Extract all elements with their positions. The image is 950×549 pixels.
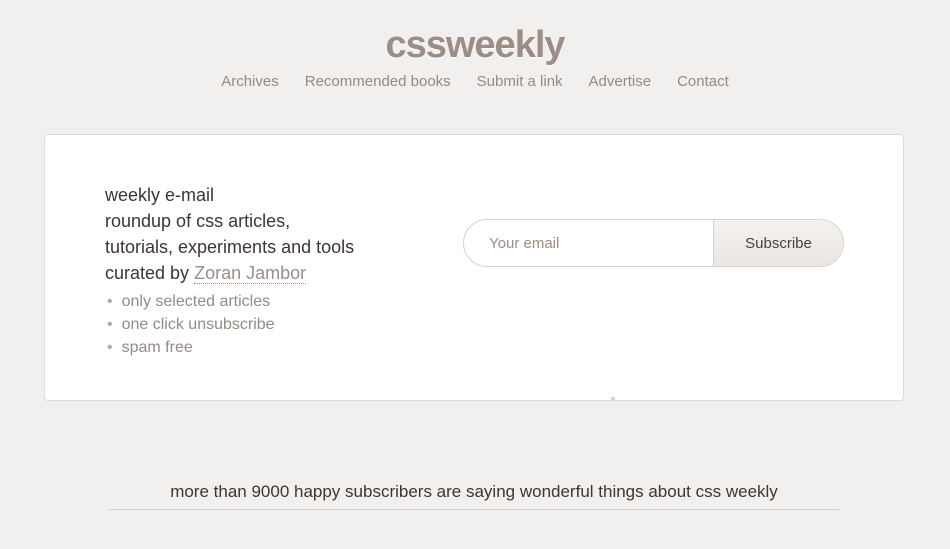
feature-item: only selected articles — [107, 290, 275, 313]
author-link[interactable]: Zoran Jambor — [194, 263, 307, 284]
pitch-line-curated: curated by Zoran Jambor — [105, 260, 405, 286]
nav-advertise[interactable]: Advertise — [589, 73, 652, 90]
subscribe-button[interactable]: Subscribe — [713, 220, 843, 266]
site-logo[interactable]: cssweekly — [0, 24, 950, 67]
feature-list: only selected articles one click unsubsc… — [107, 290, 275, 359]
testimonials-heading: more than 9000 happy subscribers are say… — [170, 482, 778, 501]
pitch-line: tutorials, experiments and tools — [105, 237, 355, 257]
subscribe-form: Subscribe — [463, 219, 844, 267]
pitch-line: roundup of css articles, — [105, 211, 291, 231]
nav-submit-link[interactable]: Submit a link — [477, 73, 563, 90]
card-divider-mark — [611, 397, 615, 400]
feature-item: one click unsubscribe — [107, 313, 275, 336]
main-nav: Archives Recommended books Submit a link… — [0, 73, 950, 90]
curated-by-label: curated by — [105, 263, 190, 283]
signup-card: weekly e-mail roundup of css articles, t… — [44, 134, 904, 401]
nav-recommended-books[interactable]: Recommended books — [305, 73, 451, 90]
signup-pitch: weekly e-mail roundup of css articles, t… — [105, 182, 405, 286]
nav-contact[interactable]: Contact — [677, 73, 729, 90]
feature-item: spam free — [107, 336, 275, 359]
email-input[interactable] — [464, 220, 713, 266]
pitch-line: weekly e-mail — [105, 185, 215, 205]
nav-archives[interactable]: Archives — [221, 73, 279, 90]
section-divider — [109, 509, 839, 510]
